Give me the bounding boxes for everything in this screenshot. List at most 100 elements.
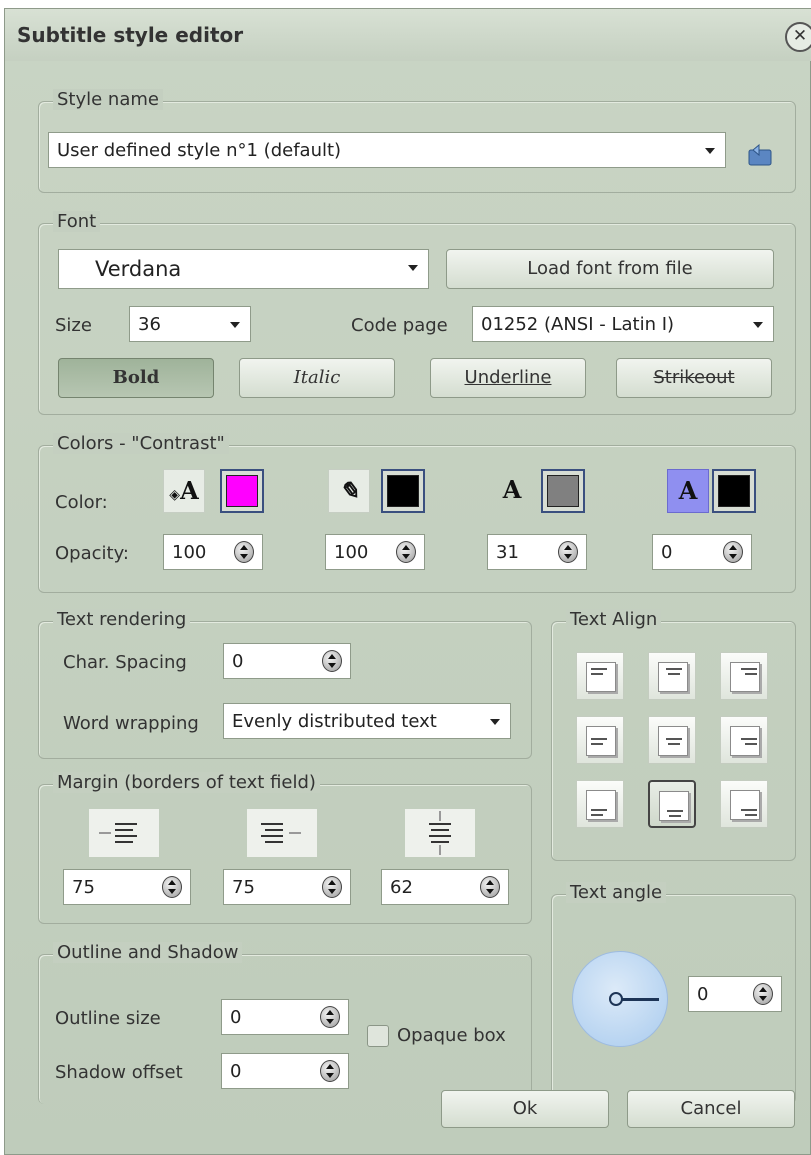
opacity-label: Opacity: (55, 543, 129, 564)
outline-opacity-field[interactable]: 100 (325, 534, 425, 570)
spinner-icon[interactable] (322, 650, 342, 672)
chevron-down-icon (398, 250, 428, 284)
outline-color-swatch[interactable] (381, 469, 425, 513)
outline-shadow-group: Outline and Shadow Outline size 0 Shadow… (38, 942, 532, 1104)
align-bottom-left-icon (586, 790, 616, 820)
window-title: Subtitle style editor (17, 23, 244, 47)
background-a-icon: A (667, 469, 709, 513)
background-glyph: A (678, 476, 698, 505)
word-wrapping-select[interactable]: Evenly distributed text (223, 703, 511, 739)
subtitle-style-editor-dialog: Subtitle style editor ✕ Style name User … (4, 8, 811, 1155)
opaque-box-label[interactable]: Opaque box (397, 1025, 506, 1046)
dial-hand (621, 998, 659, 1001)
right-margin-field[interactable]: 75 (223, 869, 351, 905)
align-middle-left-button[interactable] (576, 716, 624, 764)
size-label: Size (55, 315, 92, 336)
bold-toggle[interactable]: Bold (58, 358, 214, 398)
style-name-select[interactable]: User defined style n°1 (default) (48, 132, 726, 168)
ok-button[interactable]: Ok (441, 1090, 609, 1128)
shadow-opacity-field[interactable]: 31 (487, 534, 587, 570)
colors-group: Colors - "Contrast" Color: Opacity: ◈A 1… (38, 433, 796, 593)
primary-opacity-field[interactable]: 100 (163, 534, 263, 570)
outline-glyph: ✎ (338, 476, 360, 505)
cancel-button[interactable]: Cancel (627, 1090, 795, 1128)
align-bottom-left-button[interactable] (576, 780, 624, 828)
spinner-icon[interactable] (753, 983, 773, 1005)
align-middle-center-button[interactable] (648, 716, 696, 764)
left-margin-field[interactable]: 75 (63, 869, 191, 905)
shadow-offset-label: Shadow offset (55, 1062, 183, 1083)
shadow-color-swatch[interactable] (541, 469, 585, 513)
background-color-fill (718, 475, 750, 507)
undo-icon[interactable] (745, 144, 777, 168)
text-angle-value: 0 (697, 984, 709, 1005)
opaque-box-checkbox[interactable] (367, 1025, 389, 1047)
align-top-left-button[interactable] (576, 652, 624, 700)
fill-glyph: A (180, 476, 199, 505)
title-bar[interactable]: Subtitle style editor ✕ (5, 9, 811, 61)
style-name-group: Style name User defined style n°1 (defau… (38, 89, 796, 193)
align-top-center-button[interactable] (648, 652, 696, 700)
spinner-icon[interactable] (322, 876, 342, 898)
char-spacing-field[interactable]: 0 (223, 643, 351, 679)
italic-toggle[interactable]: Italic (239, 358, 395, 398)
align-top-right-icon (730, 662, 760, 692)
underline-toggle[interactable]: Underline (430, 358, 586, 398)
spinner-icon[interactable] (320, 1006, 340, 1028)
outline-size-label: Outline size (55, 1008, 161, 1029)
close-button[interactable]: ✕ (785, 22, 811, 52)
strikeout-toggle[interactable]: Strikeout (616, 358, 772, 398)
load-font-button[interactable]: Load font from file (446, 249, 774, 289)
spinner-icon[interactable] (320, 1060, 340, 1082)
background-opacity-field[interactable]: 0 (652, 534, 752, 570)
spinner-icon[interactable] (558, 541, 578, 563)
align-top-left-icon (586, 662, 616, 692)
margin-group: Margin (borders of text field) 75 75 62 (38, 772, 532, 924)
code-page-label: Code page (351, 315, 448, 336)
spinner-icon[interactable] (396, 541, 416, 563)
dial-knob (609, 992, 623, 1006)
outline-color-fill (387, 475, 419, 507)
primary-opacity-value: 100 (172, 542, 207, 563)
style-name-value: User defined style n°1 (default) (57, 140, 342, 161)
close-icon: ✕ (792, 26, 808, 46)
align-top-center-icon (658, 662, 688, 692)
align-middle-right-button[interactable] (720, 716, 768, 764)
align-bottom-right-icon (730, 790, 760, 820)
spinner-icon[interactable] (162, 876, 182, 898)
spinner-icon[interactable] (234, 541, 254, 563)
text-angle-dial[interactable] (572, 951, 668, 1047)
primary-color-swatch[interactable] (220, 469, 264, 513)
font-group: Font Verdana Load font from file Size 36… (38, 211, 796, 415)
chevron-down-icon (695, 133, 725, 167)
code-page-select[interactable]: 01252 (ANSI - Latin I) (472, 306, 774, 342)
outline-size-field[interactable]: 0 (221, 999, 349, 1035)
vertical-margin-icon (405, 809, 475, 857)
vertical-margin-field[interactable]: 62 (381, 869, 509, 905)
font-size-select[interactable]: 36 (129, 306, 251, 342)
font-family-select[interactable]: Verdana (58, 249, 429, 289)
align-bottom-right-button[interactable] (720, 780, 768, 828)
outline-opacity-value: 100 (334, 542, 369, 563)
word-wrapping-label: Word wrapping (63, 713, 199, 734)
font-family-value: Verdana (95, 257, 182, 281)
color-label: Color: (55, 492, 108, 513)
style-name-legend: Style name (53, 89, 163, 110)
align-middle-right-icon (730, 726, 760, 756)
spinner-icon[interactable] (480, 876, 500, 898)
align-top-right-button[interactable] (720, 652, 768, 700)
text-angle-field[interactable]: 0 (688, 976, 782, 1012)
align-bottom-center-icon (659, 791, 689, 821)
fill-a-icon: ◈A (163, 469, 205, 513)
primary-color-fill (226, 475, 258, 507)
outline-shadow-legend: Outline and Shadow (53, 942, 243, 963)
align-middle-left-icon (586, 726, 616, 756)
spinner-icon[interactable] (723, 541, 743, 563)
background-color-swatch[interactable] (712, 469, 756, 513)
left-margin-value: 75 (72, 877, 95, 898)
align-bottom-center-button[interactable] (648, 780, 696, 828)
text-angle-legend: Text angle (566, 882, 667, 903)
word-wrapping-value: Evenly distributed text (232, 711, 437, 732)
shadow-offset-field[interactable]: 0 (221, 1053, 349, 1089)
chevron-down-icon (480, 704, 510, 738)
